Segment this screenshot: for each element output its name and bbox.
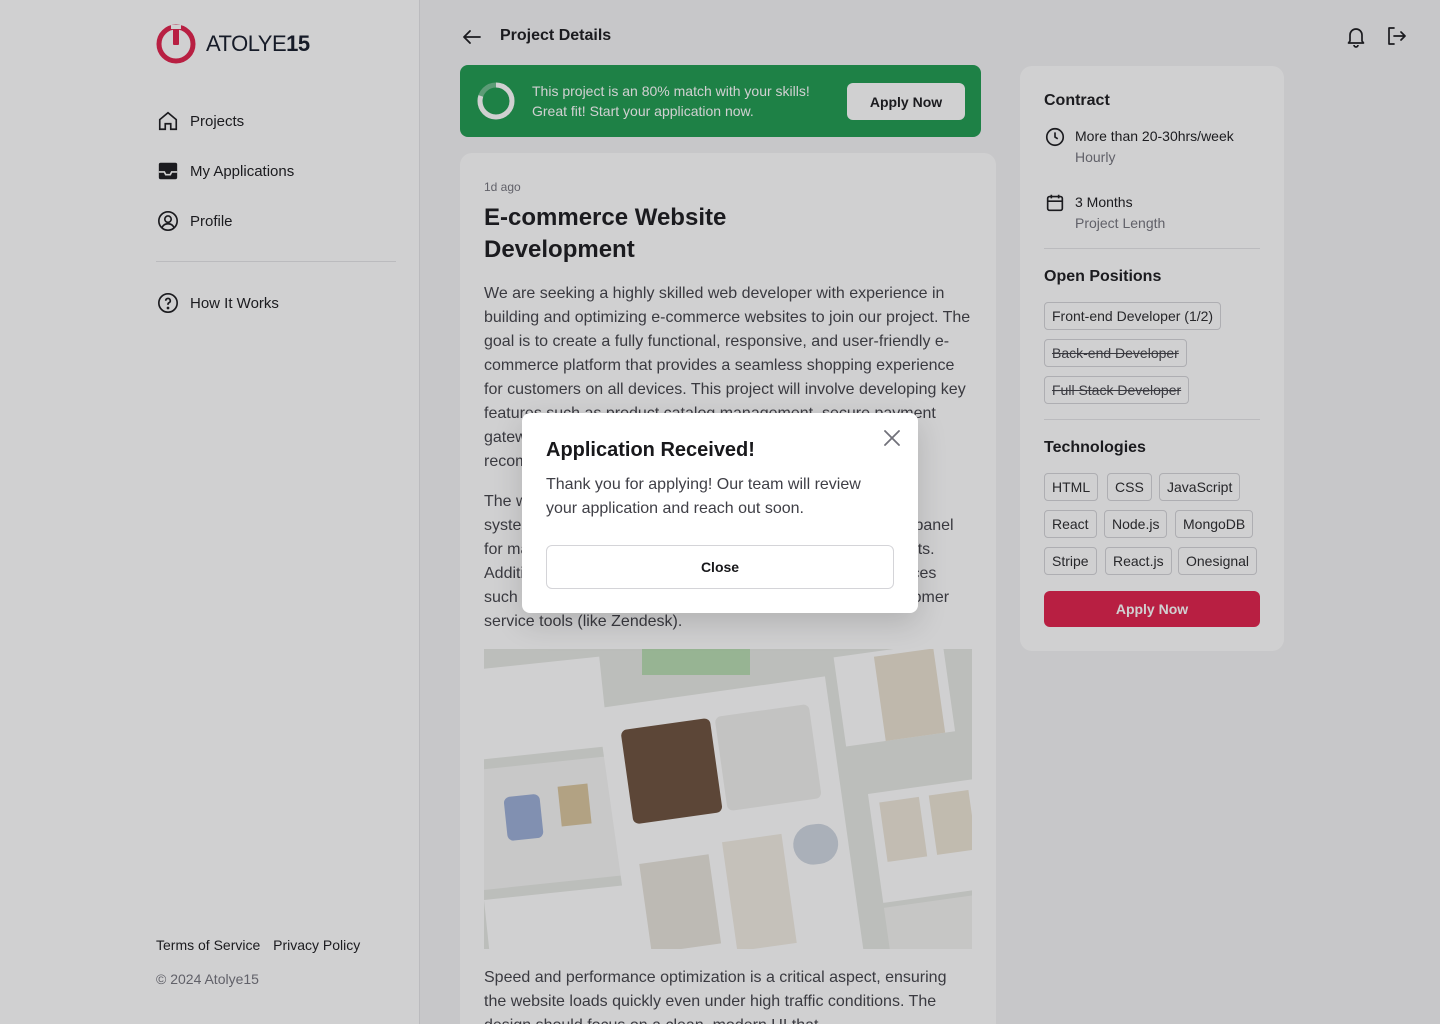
modal-close-button[interactable] [882, 428, 902, 448]
application-received-modal: Application Received! Thank you for appl… [522, 413, 918, 613]
modal-message: Thank you for applying! Our team will re… [546, 476, 861, 517]
close-icon [884, 430, 900, 446]
modal-title: Application Received! [546, 439, 755, 461]
modal-close-action-button[interactable]: Close [546, 545, 894, 589]
